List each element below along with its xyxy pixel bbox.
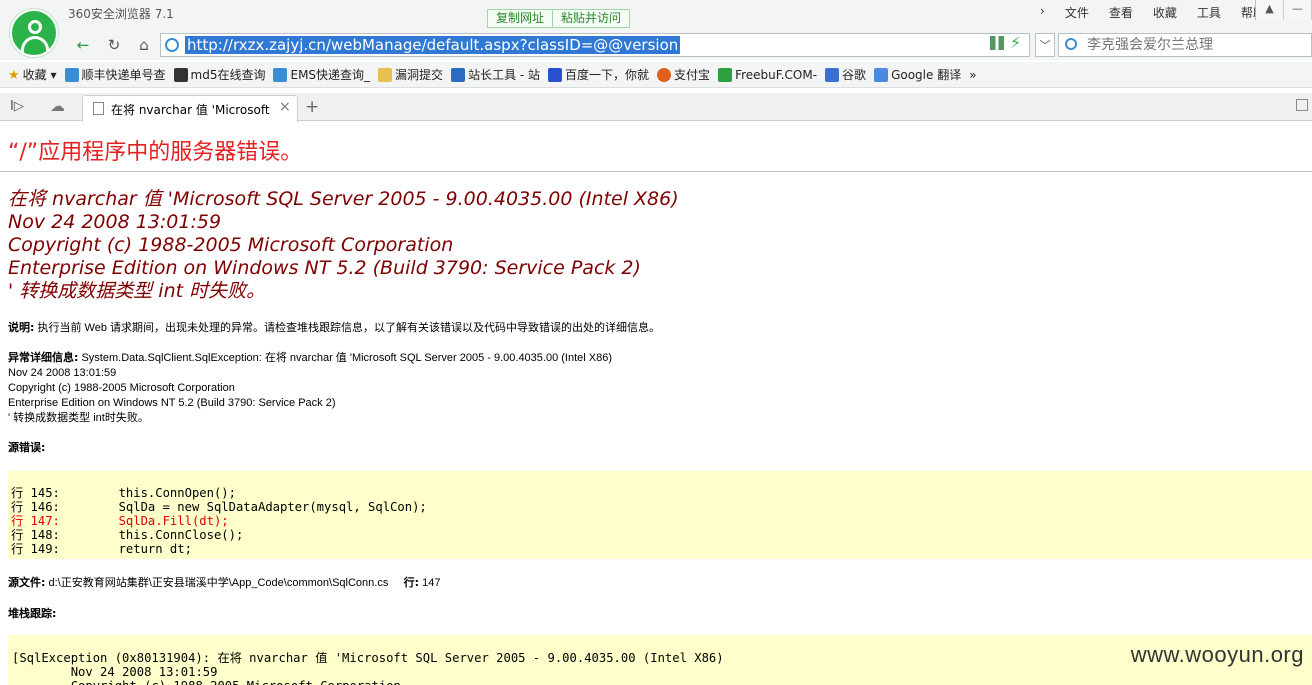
copy-url-button[interactable]: 复制网址 [488, 10, 552, 27]
menu-chevron-icon[interactable]: › [1040, 4, 1045, 21]
browser-logo-icon[interactable] [10, 9, 58, 57]
bookmark-md5[interactable]: md5在线查询 [173, 66, 265, 83]
exception-text: System.Data.SqlClient.SqlException: 在将 n… [8, 352, 613, 424]
code-line: 行 149: return dt; [11, 542, 192, 556]
bookmark-vuln-submit[interactable]: 漏洞提交 [378, 66, 443, 83]
url-actions: 复制网址 粘贴并访问 [487, 9, 631, 28]
bookmarks-bar: ★ 收藏 ▾ 顺丰快递单号查 md5在线查询 EMS快递查询_ 漏洞提交 站长工具… [0, 62, 1312, 88]
cloud-icon[interactable]: ☁ [50, 97, 65, 115]
bookmark-google-translate[interactable]: Google 翻译 [874, 66, 961, 83]
code-line: 行 148: this.ConnClose(); [11, 528, 244, 542]
source-error-label: 源错误: [8, 441, 46, 454]
search-icon[interactable] [1065, 38, 1077, 50]
paste-and-go-button[interactable]: 粘贴并访问 [552, 10, 629, 27]
error-message: 在将 nvarchar 值 'Microsoft SQL Server 2005… [8, 188, 679, 302]
page-content: “/”应用程序中的服务器错误。 在将 nvarchar 值 'Microsoft… [0, 122, 1312, 685]
exception-label: 异常详细信息: [8, 351, 79, 364]
site-icon [451, 67, 466, 82]
menu-bar: › 文件 查看 收藏 工具 帮助 [1020, 4, 1265, 21]
menu-favorites[interactable]: 收藏 [1153, 4, 1177, 21]
url-field[interactable]: http://rxzx.zajyj.cn/webManage/default.a… [160, 33, 1030, 57]
bookmarks-more[interactable]: » [969, 68, 976, 82]
stack-box: [SqlException (0x80131904): 在将 nvarchar … [8, 635, 1312, 685]
qr-code-icon[interactable] [990, 36, 1004, 50]
bookmark-sf-express[interactable]: 顺丰快递单号查 [64, 66, 166, 83]
translate-icon [874, 67, 889, 82]
code-line: 行 145: this.ConnOpen(); [11, 486, 236, 500]
bookmark-ems[interactable]: EMS快递查询_ [273, 66, 370, 83]
back-arrow-icon[interactable]: ← [72, 34, 94, 56]
watermark: www.wooyun.org [1130, 642, 1304, 667]
line-label: 行: [403, 576, 420, 589]
site-icon [64, 67, 79, 82]
exception-details: 异常详细信息: System.Data.SqlClient.SqlExcepti… [8, 350, 615, 426]
tab-active[interactable]: 在将 nvarchar 值 'Microsoft SQ × [82, 95, 298, 122]
code-box: 行 145: this.ConnOpen(); 行 146: SqlDa = ne… [8, 471, 1312, 559]
site-icon [825, 67, 840, 82]
search-input[interactable] [1087, 35, 1307, 55]
site-info-icon[interactable] [165, 38, 179, 52]
description: 说明: 执行当前 Web 请求期间，出现未处理的异常。请检查堆栈跟踪信息，以了解… [8, 320, 660, 336]
url-text[interactable]: http://rxzx.zajyj.cn/webManage/default.a… [185, 36, 681, 54]
window-controls: ▲ — [1255, 0, 1312, 20]
sidebar-toggle-icon[interactable]: I▷ [10, 99, 24, 114]
new-tab-button[interactable]: + [305, 97, 319, 117]
menu-view[interactable]: 查看 [1109, 4, 1133, 21]
bookmark-freebuf[interactable]: FreebuF.COM- [718, 67, 817, 82]
description-label: 说明: [8, 321, 35, 334]
star-icon: ★ [8, 67, 20, 83]
page-icon [93, 102, 104, 115]
site-icon [657, 67, 672, 82]
speed-mode-icon[interactable]: ⚡ [1010, 33, 1021, 52]
home-icon[interactable]: ⌂ [133, 34, 155, 56]
site-icon [718, 67, 733, 82]
code-listing: 行 145: this.ConnOpen(); 行 146: SqlDa = ne… [11, 486, 427, 556]
stack-trace: [SqlException (0x80131904): 在将 nvarchar … [12, 651, 724, 685]
bookmark-google[interactable]: 谷歌 [825, 66, 866, 83]
code-line: 行 146: SqlDa = new SqlDataAdapter(mysql,… [11, 500, 427, 514]
menu-tools[interactable]: 工具 [1197, 4, 1221, 21]
site-icon [173, 67, 188, 82]
source-file-path: d:\正安教育网站集群\正安县瑞溪中学\App_Code\common\SqlC… [45, 577, 389, 589]
search-box[interactable] [1058, 33, 1312, 57]
title-bar: 360安全浏览器 7.1 复制网址 粘贴并访问 › 文件 查看 收藏 工具 帮助… [0, 0, 1312, 30]
skin-icon[interactable]: ▲ [1256, 0, 1284, 20]
tab-list-icon[interactable] [1296, 99, 1308, 111]
tab-title: 在将 nvarchar 值 'Microsoft SQ [111, 103, 271, 117]
code-line: 行 147: SqlDa.Fill(dt); [11, 514, 229, 528]
refresh-icon[interactable]: ↻ [103, 34, 125, 56]
bookmark-alipay[interactable]: 支付宝 [657, 66, 710, 83]
divider [0, 171, 1312, 172]
bookmark-baidu[interactable]: 百度一下，你就 [548, 66, 649, 83]
app-title: 360安全浏览器 7.1 [68, 7, 174, 21]
bookmark-webmaster[interactable]: 站长工具 - 站 [451, 66, 540, 83]
folder-icon [378, 67, 393, 82]
menu-file[interactable]: 文件 [1065, 4, 1089, 21]
description-text: 执行当前 Web 请求期间，出现未处理的异常。请检查堆栈跟踪信息，以了解有关该错… [34, 322, 660, 334]
bookmark-favorites[interactable]: ★ 收藏 ▾ [8, 66, 57, 83]
source-file: 源文件: d:\正安教育网站集群\正安县瑞溪中学\App_Code\common… [8, 575, 440, 591]
url-dropdown-icon[interactable]: ﹀ [1035, 33, 1055, 57]
page-title: “/”应用程序中的服务器错误。 [8, 140, 303, 165]
source-file-label: 源文件: [8, 576, 46, 589]
site-icon [273, 67, 288, 82]
close-icon[interactable]: × [279, 99, 291, 115]
paw-icon [548, 67, 563, 82]
tab-strip: I▷ ☁ 在将 nvarchar 值 'Microsoft SQ × + [0, 93, 1312, 122]
minimize-button[interactable]: — [1284, 0, 1312, 20]
stack-trace-label: 堆栈跟踪: [8, 607, 57, 620]
address-bar: ← ↻ ⌂ http://rxzx.zajyj.cn/webManage/def… [0, 30, 1312, 60]
line-number: 147 [419, 577, 441, 589]
